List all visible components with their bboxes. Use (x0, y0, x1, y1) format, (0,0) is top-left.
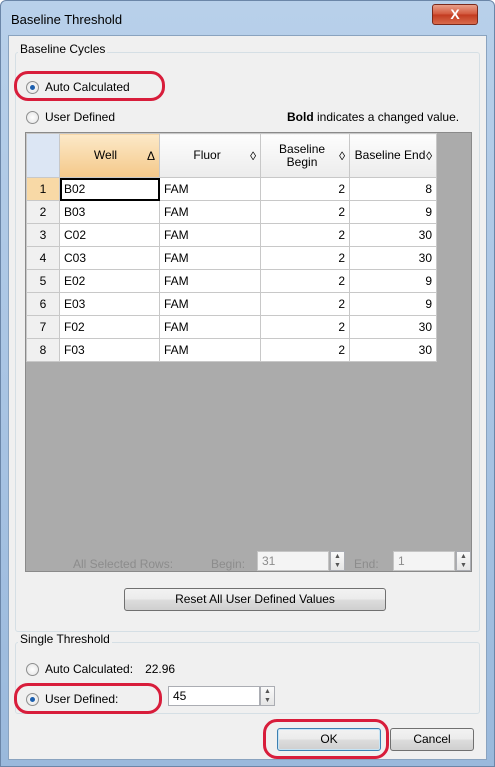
cell-baseline-end[interactable]: 8 (349, 177, 437, 201)
spin-up-icon: ▲ (264, 688, 271, 695)
cell-baseline-begin[interactable]: 2 (260, 269, 350, 293)
all-selected-rows-label: All Selected Rows: (73, 557, 174, 571)
end-label: End: (354, 557, 379, 571)
cell-well[interactable]: B02 (59, 177, 160, 201)
threshold-auto-label: Auto Calculated: (45, 662, 134, 676)
spin-down-icon: ▼ (264, 697, 271, 704)
cell-baseline-end[interactable]: 30 (349, 315, 437, 339)
table-row[interactable]: 4 C03 FAM 2 30 (26, 246, 437, 270)
cell-baseline-begin[interactable]: 2 (260, 200, 350, 224)
table-row[interactable]: 3 C02 FAM 2 30 (26, 223, 437, 247)
row-header[interactable]: 5 (26, 269, 60, 293)
row-header[interactable]: 6 (26, 292, 60, 316)
user-defined-label: User Defined (45, 110, 116, 124)
cancel-button[interactable]: Cancel (390, 728, 474, 751)
table-row[interactable]: 1 B02 FAM 2 8 (26, 177, 437, 201)
title-bar[interactable]: Baseline Threshold X (1, 1, 494, 35)
cell-well[interactable]: B03 (59, 200, 160, 224)
wells-table: Well Δ Fluor ◊ Baseline Begin ◊ Baseline En… (26, 133, 437, 362)
spin-up-icon: ▲ (334, 553, 341, 560)
column-header-well[interactable]: Well Δ (59, 133, 160, 178)
cell-fluor[interactable]: FAM (159, 269, 261, 293)
cell-fluor[interactable]: FAM (159, 246, 261, 270)
begin-input[interactable]: 31 (257, 551, 329, 571)
begin-label: Begin: (211, 557, 246, 571)
baseline-cycles-label: Baseline Cycles (18, 42, 108, 56)
cell-baseline-begin[interactable]: 2 (260, 246, 350, 270)
cell-well[interactable]: F03 (59, 338, 160, 362)
cell-fluor[interactable]: FAM (159, 315, 261, 339)
user-defined-radio[interactable]: User Defined (26, 108, 115, 126)
table-row[interactable]: 7 F02 FAM 2 30 (26, 315, 437, 339)
dialog-client: Baseline Cycles Auto Calculated User Def… (8, 35, 487, 760)
radio-dot (26, 110, 39, 124)
changed-value-hint: Bold indicates a changed value. (287, 110, 459, 124)
dialog-title: Baseline Threshold (11, 12, 123, 27)
column-header-fluor[interactable]: Fluor ◊ (159, 133, 261, 178)
cell-well[interactable]: F02 (59, 315, 160, 339)
close-icon: X (450, 6, 460, 22)
radio-dot (26, 662, 39, 676)
cell-well[interactable]: E02 (59, 269, 160, 293)
sort-icon: ◊ (426, 148, 432, 163)
cell-baseline-end[interactable]: 30 (349, 223, 437, 247)
cell-well[interactable]: C02 (59, 223, 160, 247)
cell-fluor[interactable]: FAM (159, 292, 261, 316)
cell-fluor[interactable]: FAM (159, 338, 261, 362)
cell-fluor[interactable]: FAM (159, 223, 261, 247)
table-row[interactable]: 8 F03 FAM 2 30 (26, 338, 437, 362)
cell-baseline-begin[interactable]: 2 (260, 292, 350, 316)
highlight-ok (263, 719, 389, 759)
threshold-auto-radio[interactable]: Auto Calculated: 22.96 (26, 660, 175, 678)
cell-well[interactable]: C03 (59, 246, 160, 270)
header-row: Well Δ Fluor ◊ Baseline Begin ◊ Baseline En… (26, 133, 437, 178)
table-row[interactable]: 2 B03 FAM 2 9 (26, 200, 437, 224)
cell-baseline-end[interactable]: 9 (349, 269, 437, 293)
cell-baseline-end[interactable]: 9 (349, 292, 437, 316)
sort-ascending-icon: Δ (146, 148, 155, 163)
close-button[interactable]: X (432, 4, 478, 25)
threshold-auto-value: 22.96 (145, 662, 176, 676)
cell-baseline-end[interactable]: 30 (349, 338, 437, 362)
cell-baseline-begin[interactable]: 2 (260, 315, 350, 339)
threshold-user-input[interactable]: 45 (168, 686, 260, 706)
wells-grid[interactable]: Well Δ Fluor ◊ Baseline Begin ◊ Baseline En… (25, 132, 472, 572)
end-spinner[interactable]: ▲ ▼ (456, 551, 471, 571)
single-threshold-label: Single Threshold (18, 632, 112, 646)
dialog-window: Baseline Threshold X Baseline Cycles Aut… (0, 0, 495, 767)
reset-user-defined-button[interactable]: Reset All User Defined Values (124, 588, 386, 611)
cell-fluor[interactable]: FAM (159, 200, 261, 224)
cell-baseline-begin[interactable]: 2 (260, 338, 350, 362)
highlight-user-defined (14, 683, 162, 714)
row-header[interactable]: 3 (26, 223, 60, 247)
row-header[interactable]: 4 (26, 246, 60, 270)
threshold-spinner[interactable]: ▲ ▼ (260, 686, 275, 706)
highlight-auto-calculated (14, 71, 165, 101)
column-header-baseline-end[interactable]: Baseline End ◊ (349, 133, 437, 178)
row-header[interactable]: 2 (26, 200, 60, 224)
cell-well[interactable]: E03 (59, 292, 160, 316)
spin-up-icon: ▲ (460, 553, 467, 560)
cell-baseline-end[interactable]: 30 (349, 246, 437, 270)
hint-bold-word: Bold (287, 110, 314, 124)
row-header[interactable]: 1 (26, 177, 60, 201)
table-row[interactable]: 6 E03 FAM 2 9 (26, 292, 437, 316)
sort-icon: ◊ (250, 148, 256, 163)
table-row[interactable]: 5 E02 FAM 2 9 (26, 269, 437, 293)
cell-fluor[interactable]: FAM (159, 177, 261, 201)
spin-down-icon: ▼ (334, 562, 341, 569)
cell-baseline-begin[interactable]: 2 (260, 177, 350, 201)
begin-spinner[interactable]: ▲ ▼ (330, 551, 345, 571)
cell-baseline-end[interactable]: 9 (349, 200, 437, 224)
column-header-baseline-begin[interactable]: Baseline Begin ◊ (260, 133, 350, 178)
row-header[interactable]: 8 (26, 338, 60, 362)
hint-text: indicates a changed value. (317, 110, 460, 124)
row-header[interactable]: 7 (26, 315, 60, 339)
end-input[interactable]: 1 (393, 551, 455, 571)
spin-down-icon: ▼ (460, 562, 467, 569)
cell-baseline-begin[interactable]: 2 (260, 223, 350, 247)
sort-icon: ◊ (339, 148, 345, 163)
select-all-corner[interactable] (26, 133, 60, 178)
